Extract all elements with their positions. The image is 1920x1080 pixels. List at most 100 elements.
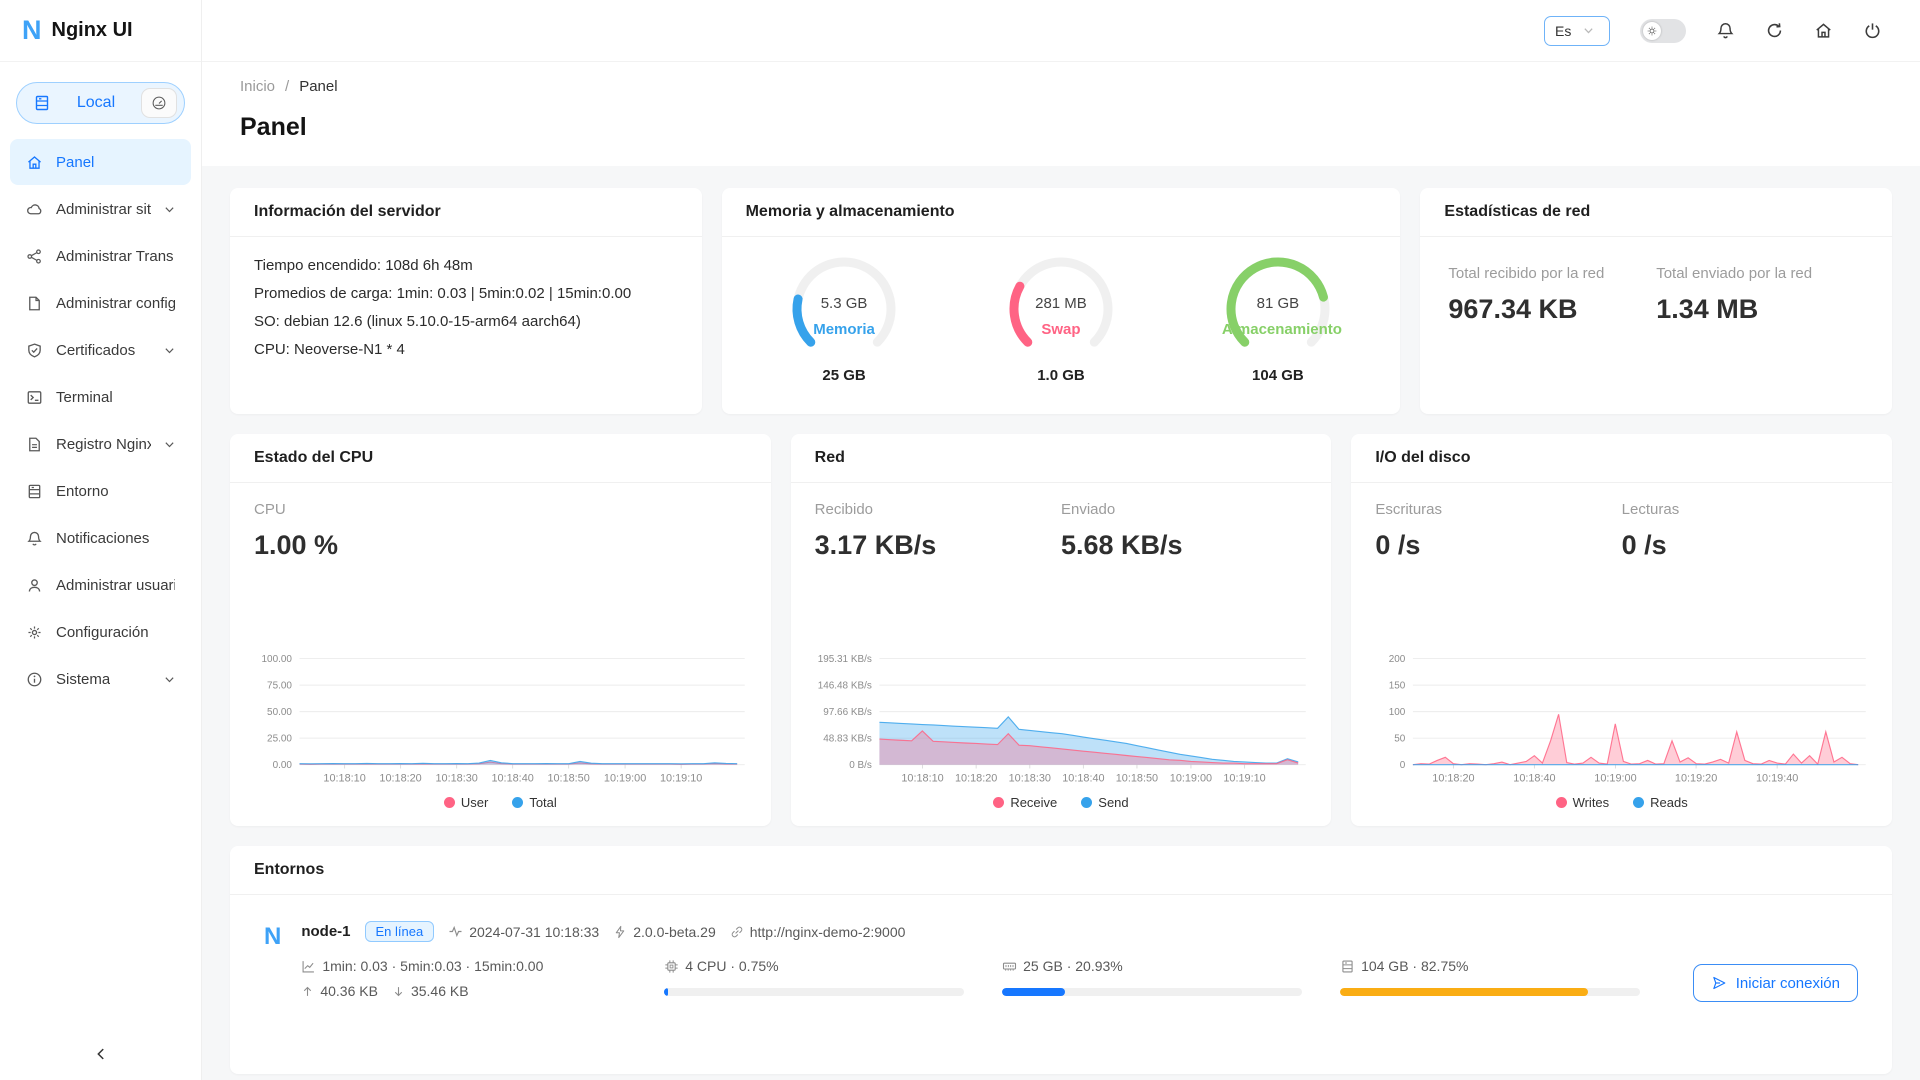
environment-switcher[interactable]: Local <box>16 82 185 124</box>
sidebar-item-entorno[interactable]: Entorno <box>10 468 191 514</box>
sidebar-collapse-button[interactable] <box>0 1032 201 1080</box>
send-icon <box>1711 975 1727 991</box>
sidebar-item-panel[interactable]: Panel <box>10 139 191 185</box>
sidebar-item-administrar-trans[interactable]: Administrar Trans… <box>10 233 191 279</box>
memory-storage-title: Memoria y almacenamiento <box>722 188 1401 237</box>
node-url[interactable]: http://nginx-demo-2:9000 <box>730 924 906 940</box>
received-stat: Recibido 3.17 KB/s <box>815 501 1061 561</box>
chevron-down-icon <box>164 439 175 450</box>
svg-text:10:19:20: 10:19:20 <box>1675 773 1717 785</box>
refresh-button[interactable] <box>1765 21 1784 40</box>
gauge-value: 5.3 GB <box>788 295 900 312</box>
legend-reads[interactable]: Reads <box>1633 795 1688 810</box>
gauge-total: 1.0 GB <box>996 367 1126 384</box>
server-info-card: Información del servidor Tiempo encendid… <box>230 188 702 414</box>
gauge-value: 281 MB <box>1005 295 1117 312</box>
sidebar-item-label: Administrar Trans… <box>56 248 175 265</box>
sent-value: 5.68 KB/s <box>1061 530 1307 561</box>
network-chart: 195.31 KB/s146.48 KB/s97.66 KB/s48.83 KB… <box>815 651 1308 791</box>
language-select[interactable]: Es <box>1544 16 1610 46</box>
net-sent-stat: Total enviado por la red 1.34 MB <box>1656 265 1864 325</box>
app-root: N Nginx UI Local Panel Administrar sitios… <box>0 0 1920 1080</box>
svg-text:0: 0 <box>1400 760 1406 771</box>
svg-text:25.00: 25.00 <box>267 733 292 744</box>
network-stats-title: Estadísticas de red <box>1420 188 1892 237</box>
svg-text:100: 100 <box>1389 707 1406 718</box>
server-info-title: Información del servidor <box>230 188 702 237</box>
sidebar-item-configuración[interactable]: Configuración <box>10 609 191 655</box>
logout-button[interactable] <box>1863 21 1882 40</box>
ram-icon <box>1002 959 1017 974</box>
home-button[interactable] <box>1814 21 1833 40</box>
terminal-icon <box>26 389 43 406</box>
breadcrumb-home[interactable]: Inicio <box>240 78 275 95</box>
svg-text:0.00: 0.00 <box>273 760 293 771</box>
environment-row: N node-1 En línea 2024-07-31 10:18:33 <box>264 921 1858 1008</box>
node-last-seen: 2024-07-31 10:18:33 <box>448 924 599 940</box>
svg-text:50: 50 <box>1395 733 1407 744</box>
environment-dashboard-button[interactable] <box>141 88 177 118</box>
cpu-stat-value: 1.00 % <box>254 530 500 561</box>
cpu-line: CPU: Neoverse-N1 * 4 <box>254 341 678 358</box>
chevron-down-icon <box>164 345 175 356</box>
network-stats-card: Estadísticas de red Total recibido por l… <box>1420 188 1892 414</box>
theme-toggle[interactable] <box>1640 19 1686 43</box>
svg-text:10:18:40: 10:18:40 <box>1514 773 1556 785</box>
legend-receive[interactable]: Receive <box>993 795 1057 810</box>
file-icon <box>26 295 43 312</box>
sidebar-item-notificaciones[interactable]: Notificaciones <box>10 515 191 561</box>
svg-text:10:18:20: 10:18:20 <box>955 773 997 785</box>
legend-user[interactable]: User <box>444 795 488 810</box>
disk-chart-legend: Writes Reads <box>1375 791 1868 820</box>
sidebar-item-label: Panel <box>56 154 94 171</box>
sidebar-item-label: Administrar sitios <box>56 201 151 218</box>
breadcrumb: Inicio / Panel <box>240 78 1882 95</box>
notifications-button[interactable] <box>1716 21 1735 40</box>
disk-chart: 20015010050010:18:2010:18:4010:19:0010:1… <box>1375 651 1868 791</box>
nginx-logo-icon: N <box>22 17 42 44</box>
uptime-line: Tiempo encendido: 108d 6h 48m <box>254 257 678 274</box>
svg-text:97.66 KB/s: 97.66 KB/s <box>823 707 872 718</box>
sidebar-item-administrar-sitios[interactable]: Administrar sitios <box>10 186 191 232</box>
sidebar-item-administrar-usuari[interactable]: Administrar usuari… <box>10 562 191 608</box>
net-sent-value: 1.34 MB <box>1656 294 1864 325</box>
gauge-swap: 281 MBSwap1.0 GB <box>996 253 1126 384</box>
link-icon <box>730 925 744 939</box>
sidebar-item-sistema[interactable]: Sistema <box>10 656 191 702</box>
legend-dot <box>444 797 455 808</box>
net-received-label: Total recibido por la red <box>1448 265 1656 282</box>
cpu-status-title: Estado del CPU <box>230 434 771 483</box>
svg-text:48.83 KB/s: 48.83 KB/s <box>823 733 872 744</box>
home-icon <box>1814 21 1833 40</box>
cpu-stat: CPU 1.00 % <box>254 501 500 561</box>
chevron-down-icon <box>164 674 175 685</box>
gauge-total: 25 GB <box>779 367 909 384</box>
sidebar-item-certificados[interactable]: Certificados <box>10 327 191 373</box>
arrow-down-icon <box>392 985 405 998</box>
sun-icon <box>1646 25 1658 37</box>
user-icon <box>26 577 43 594</box>
connect-button[interactable]: Iniciar conexión <box>1693 964 1858 1002</box>
sidebar-item-administrar-config[interactable]: Administrar config… <box>10 280 191 326</box>
legend-writes[interactable]: Writes <box>1556 795 1610 810</box>
home-icon <box>26 154 43 171</box>
network-chart-legend: Receive Send <box>815 791 1308 820</box>
svg-text:10:19:00: 10:19:00 <box>604 773 646 785</box>
page-title: Panel <box>240 113 1882 142</box>
app-logo: N Nginx UI <box>0 0 201 62</box>
sidebar-item-terminal[interactable]: Terminal <box>10 374 191 420</box>
legend-dot <box>993 797 1004 808</box>
node-memory-progressbar <box>1002 988 1301 996</box>
reload-icon <box>1765 21 1784 40</box>
bolt-icon <box>613 925 627 939</box>
writes-label: Escrituras <box>1375 501 1621 518</box>
svg-text:10:18:10: 10:18:10 <box>323 773 365 785</box>
gauge-almacenamiento: 81 GBAlmacenamiento104 GB <box>1213 253 1343 384</box>
svg-text:10:18:10: 10:18:10 <box>901 773 943 785</box>
sidebar-item-registro-nginx[interactable]: Registro Nginx <box>10 421 191 467</box>
legend-total[interactable]: Total <box>512 795 556 810</box>
legend-send[interactable]: Send <box>1081 795 1128 810</box>
sidebar-item-label: Notificaciones <box>56 530 149 547</box>
sidebar-item-label: Sistema <box>56 671 110 688</box>
node-disk-progressbar <box>1340 988 1639 996</box>
